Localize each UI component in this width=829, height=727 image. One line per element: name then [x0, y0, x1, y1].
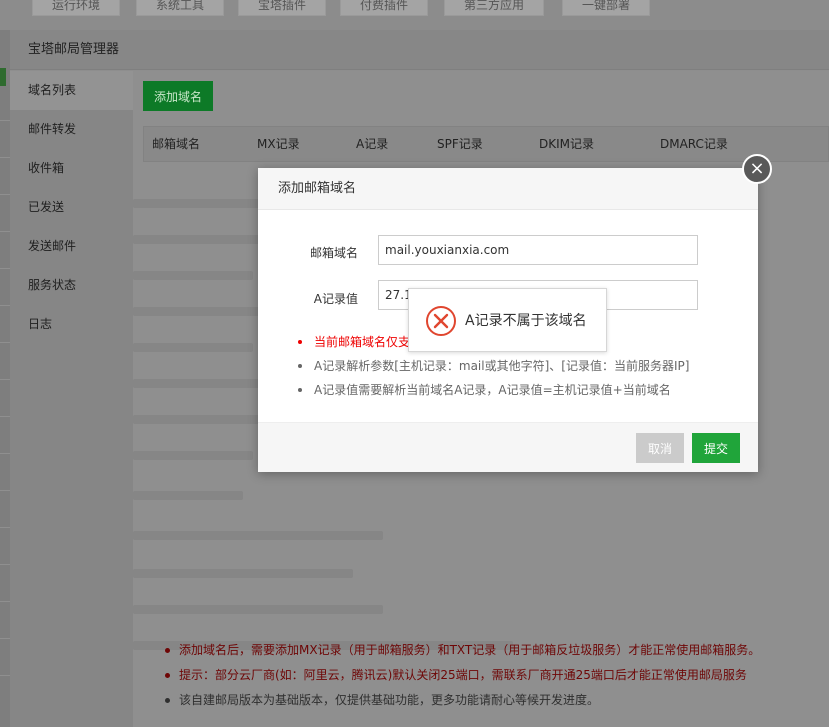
error-circle-x-icon — [426, 306, 456, 336]
bg-tab-label: 系统工具 — [155, 0, 204, 12]
obscured-text — [133, 235, 273, 244]
bg-row-divider — [0, 379, 10, 380]
bg-tab: 第三方应用 — [444, 0, 544, 16]
column-header: DKIM记录 — [539, 137, 595, 151]
obscured-text — [133, 307, 263, 316]
bg-tab: 运行环境 — [32, 0, 120, 16]
obscured-text — [133, 605, 383, 614]
bg-row-divider — [0, 601, 10, 602]
bg-row-divider — [0, 527, 10, 528]
obscured-text — [133, 491, 243, 500]
bg-row-divider — [0, 342, 10, 343]
background-left-column — [0, 30, 10, 727]
list-item: A记录解析参数[主机记录：mail或其他字符]、[记录值：当前服务器IP] — [294, 354, 689, 378]
obscured-text — [133, 451, 253, 460]
dialog-title: 添加邮箱域名 — [258, 168, 758, 210]
bg-row-divider — [0, 268, 10, 269]
obscured-text — [133, 531, 383, 540]
bg-tab: 付费插件 — [340, 0, 428, 16]
bg-row-divider — [0, 564, 10, 565]
sidebar-item-sent[interactable]: 已发送 — [10, 188, 133, 227]
column-header: 邮箱域名 — [152, 137, 201, 151]
bg-row-divider — [0, 231, 10, 232]
error-toast: A记录不属于该域名 — [408, 288, 607, 352]
bg-row-divider — [0, 490, 10, 491]
sidebar-item-logs[interactable]: 日志 — [10, 305, 133, 344]
obscured-text — [133, 271, 253, 280]
sidebar-item-service-status[interactable]: 服务状态 — [10, 266, 133, 305]
sidebar-item-inbox[interactable]: 收件箱 — [10, 149, 133, 188]
window-title: 宝塔邮局管理器 — [10, 30, 829, 70]
close-icon[interactable]: × — [742, 154, 772, 184]
column-header: MX记录 — [257, 137, 300, 151]
sidebar: 域名列表 邮件转发 收件箱 已发送 发送邮件 服务状态 日志 — [10, 71, 133, 727]
cancel-button[interactable]: 取消 — [636, 433, 684, 463]
sidebar-item-domain-list[interactable]: 域名列表 — [10, 71, 133, 110]
bg-tab-label: 宝塔插件 — [257, 0, 306, 12]
sidebar-item-label: 域名列表 — [28, 83, 77, 97]
obscured-text — [133, 569, 353, 578]
dialog-footer: 取消 提交 — [258, 422, 758, 472]
list-item: 该自建邮局版本为基础版本，仅提供基础功能，更多功能请耐心等候开发进度。 — [161, 688, 760, 713]
sidebar-item-label: 服务状态 — [28, 278, 77, 292]
sidebar-item-label: 已发送 — [28, 200, 65, 214]
bg-row-divider — [0, 675, 10, 676]
domain-table-header: 邮箱域名 MX记录 A记录 SPF记录 DKIM记录 DMARC记录 — [143, 126, 829, 162]
bg-tab-label: 第三方应用 — [463, 0, 524, 12]
bg-tab-label: 一键部署 — [581, 0, 630, 12]
domain-field-label: 邮箱域名 — [309, 246, 358, 260]
obscured-text — [133, 343, 253, 352]
bg-tab: 宝塔插件 — [238, 0, 326, 16]
sidebar-item-label: 发送邮件 — [28, 239, 77, 253]
bg-tab-label: 付费插件 — [359, 0, 408, 12]
toast-message: A记录不属于该域名 — [465, 313, 587, 329]
bg-row-divider — [0, 120, 10, 121]
list-item: 添加域名后，需要添加MX记录（用于邮箱服务）和TXT记录（用于邮箱反垃圾服务）才… — [161, 638, 760, 663]
bg-tab-label: 运行环境 — [51, 0, 100, 12]
obscured-text — [133, 415, 273, 424]
list-item: 提示：部分云厂商(如：阿里云，腾讯云)默认关闭25端口，需联系厂商开通25端口后… — [161, 663, 760, 688]
domain-input[interactable] — [378, 235, 698, 265]
usage-notes: 添加域名后，需要添加MX记录（用于邮箱服务）和TXT记录（用于邮箱反垃圾服务）才… — [161, 638, 760, 713]
add-domain-button[interactable]: 添加域名 — [143, 81, 213, 111]
bg-row-divider — [0, 638, 10, 639]
bg-tab: 一键部署 — [562, 0, 650, 16]
bg-row-divider — [0, 194, 10, 195]
bg-row-divider — [0, 453, 10, 454]
sidebar-item-mail-forward[interactable]: 邮件转发 — [10, 110, 133, 149]
sidebar-item-label: 日志 — [28, 317, 53, 331]
bg-row-divider — [0, 416, 10, 417]
bg-tab: 系统工具 — [136, 0, 224, 16]
column-header: A记录 — [356, 137, 389, 151]
background-top-tabs: 运行环境 系统工具 宝塔插件 付费插件 第三方应用 一键部署 — [0, 0, 829, 30]
sidebar-item-label: 收件箱 — [28, 161, 65, 175]
bg-green-marker — [0, 68, 6, 86]
bg-row-divider — [0, 157, 10, 158]
a-record-field-label: A记录值 — [313, 292, 358, 306]
bg-row-divider — [0, 305, 10, 306]
sidebar-item-label: 邮件转发 — [28, 122, 77, 136]
column-header: SPF记录 — [437, 137, 483, 151]
submit-button[interactable]: 提交 — [692, 433, 740, 463]
list-item: A记录值需要解析当前域名A记录，A记录值=主机记录值+当前域名 — [294, 378, 689, 402]
column-header: DMARC记录 — [660, 137, 728, 151]
sidebar-item-compose[interactable]: 发送邮件 — [10, 227, 133, 266]
